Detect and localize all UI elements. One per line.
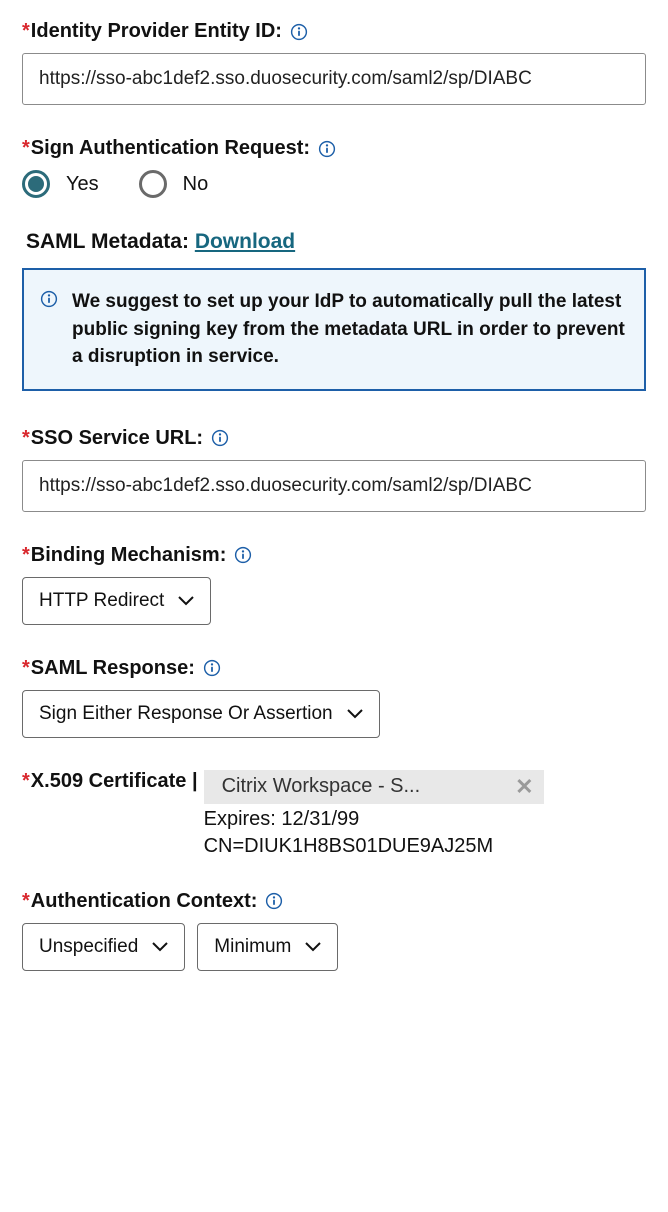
radio-no-label: No [183, 173, 209, 196]
sso-service-url-field: *SSO Service URL: [22, 427, 646, 512]
required-asterisk: *Sign Authentication Request: [22, 137, 310, 160]
info-icon [40, 290, 58, 308]
radio-yes-label: Yes [66, 173, 99, 196]
required-asterisk: *SSO Service URL: [22, 427, 203, 450]
binding-mechanism-select[interactable]: HTTP Redirect [22, 577, 211, 625]
field-label-row: *SAML Response: [22, 657, 646, 680]
x509-certificate-field: *X.509 Certificate | Citrix Workspace - … [22, 770, 646, 858]
idp-suggestion-info-box: We suggest to set up your IdP to automat… [22, 268, 646, 391]
close-icon[interactable]: ✕ [515, 774, 533, 800]
sign-auth-radio-group: Yes No [22, 170, 646, 198]
saml-metadata-row: SAML Metadata: Download [26, 230, 646, 254]
info-icon[interactable] [265, 892, 283, 910]
sign-authentication-request-field: *Sign Authentication Request: Yes No [22, 137, 646, 198]
info-icon[interactable] [290, 23, 308, 41]
sign-authentication-request-label: Sign Authentication Request: [31, 137, 310, 159]
required-asterisk: *Binding Mechanism: [22, 544, 226, 567]
saml-metadata-label: SAML Metadata: [26, 230, 189, 253]
authentication-context-field: *Authentication Context: Unspecified Min… [22, 890, 646, 971]
cert-divider: | [192, 770, 198, 792]
identity-provider-entity-id-input[interactable] [22, 53, 646, 105]
field-label-row: *Identity Provider Entity ID: [22, 20, 646, 43]
cert-chip-name: Citrix Workspace - S... [222, 775, 421, 798]
info-icon[interactable] [318, 140, 336, 158]
chevron-down-icon [178, 596, 194, 606]
field-label-row: *Sign Authentication Request: [22, 137, 646, 160]
identity-provider-entity-id-field: *Identity Provider Entity ID: [22, 20, 646, 105]
authentication-context-label: Authentication Context: [31, 890, 258, 912]
sso-service-url-input[interactable] [22, 460, 646, 512]
field-label-row: *Authentication Context: [22, 890, 646, 913]
chevron-down-icon [305, 942, 321, 952]
required-asterisk: *X.509 Certificate | [22, 770, 198, 793]
cert-cn: CN=DIUK1H8BS01DUE9AJ25M [204, 835, 544, 858]
auth-context-value-2: Minimum [214, 936, 291, 958]
auth-context-select-2[interactable]: Minimum [197, 923, 338, 971]
auth-context-selects: Unspecified Minimum [22, 923, 646, 971]
x509-certificate-label: X.509 Certificate [31, 770, 187, 792]
info-box-text: We suggest to set up your IdP to automat… [72, 288, 626, 371]
radio-no-button[interactable] [139, 170, 167, 198]
binding-mechanism-field: *Binding Mechanism: HTTP Redirect [22, 544, 646, 625]
required-asterisk: *Identity Provider Entity ID: [22, 20, 282, 43]
auth-context-select-1[interactable]: Unspecified [22, 923, 185, 971]
info-icon[interactable] [234, 546, 252, 564]
info-icon[interactable] [203, 659, 221, 677]
radio-yes[interactable]: Yes [22, 170, 99, 198]
info-icon[interactable] [211, 429, 229, 447]
radio-yes-button[interactable] [22, 170, 50, 198]
saml-response-value: Sign Either Response Or Assertion [39, 703, 333, 725]
radio-no[interactable]: No [139, 170, 209, 198]
identity-provider-entity-id-label: Identity Provider Entity ID: [31, 20, 282, 42]
cert-details: Citrix Workspace - S... ✕ Expires: 12/31… [204, 770, 544, 858]
cert-chip: Citrix Workspace - S... ✕ [204, 770, 544, 804]
cert-expires-label: Expires: [204, 808, 276, 830]
sso-service-url-label: SSO Service URL: [31, 427, 203, 449]
binding-mechanism-value: HTTP Redirect [39, 590, 164, 612]
auth-context-value-1: Unspecified [39, 936, 138, 958]
download-link[interactable]: Download [195, 230, 295, 253]
saml-response-select[interactable]: Sign Either Response Or Assertion [22, 690, 380, 738]
saml-response-label: SAML Response: [31, 657, 195, 679]
chevron-down-icon [347, 709, 363, 719]
required-asterisk: *Authentication Context: [22, 890, 257, 913]
cert-expires: Expires: 12/31/99 [204, 808, 544, 831]
saml-response-field: *SAML Response: Sign Either Response Or … [22, 657, 646, 738]
chevron-down-icon [152, 942, 168, 952]
required-asterisk: *SAML Response: [22, 657, 195, 680]
binding-mechanism-label: Binding Mechanism: [31, 544, 227, 566]
cert-expires-value: 12/31/99 [281, 808, 359, 830]
field-label-row: *SSO Service URL: [22, 427, 646, 450]
field-label-row: *Binding Mechanism: [22, 544, 646, 567]
